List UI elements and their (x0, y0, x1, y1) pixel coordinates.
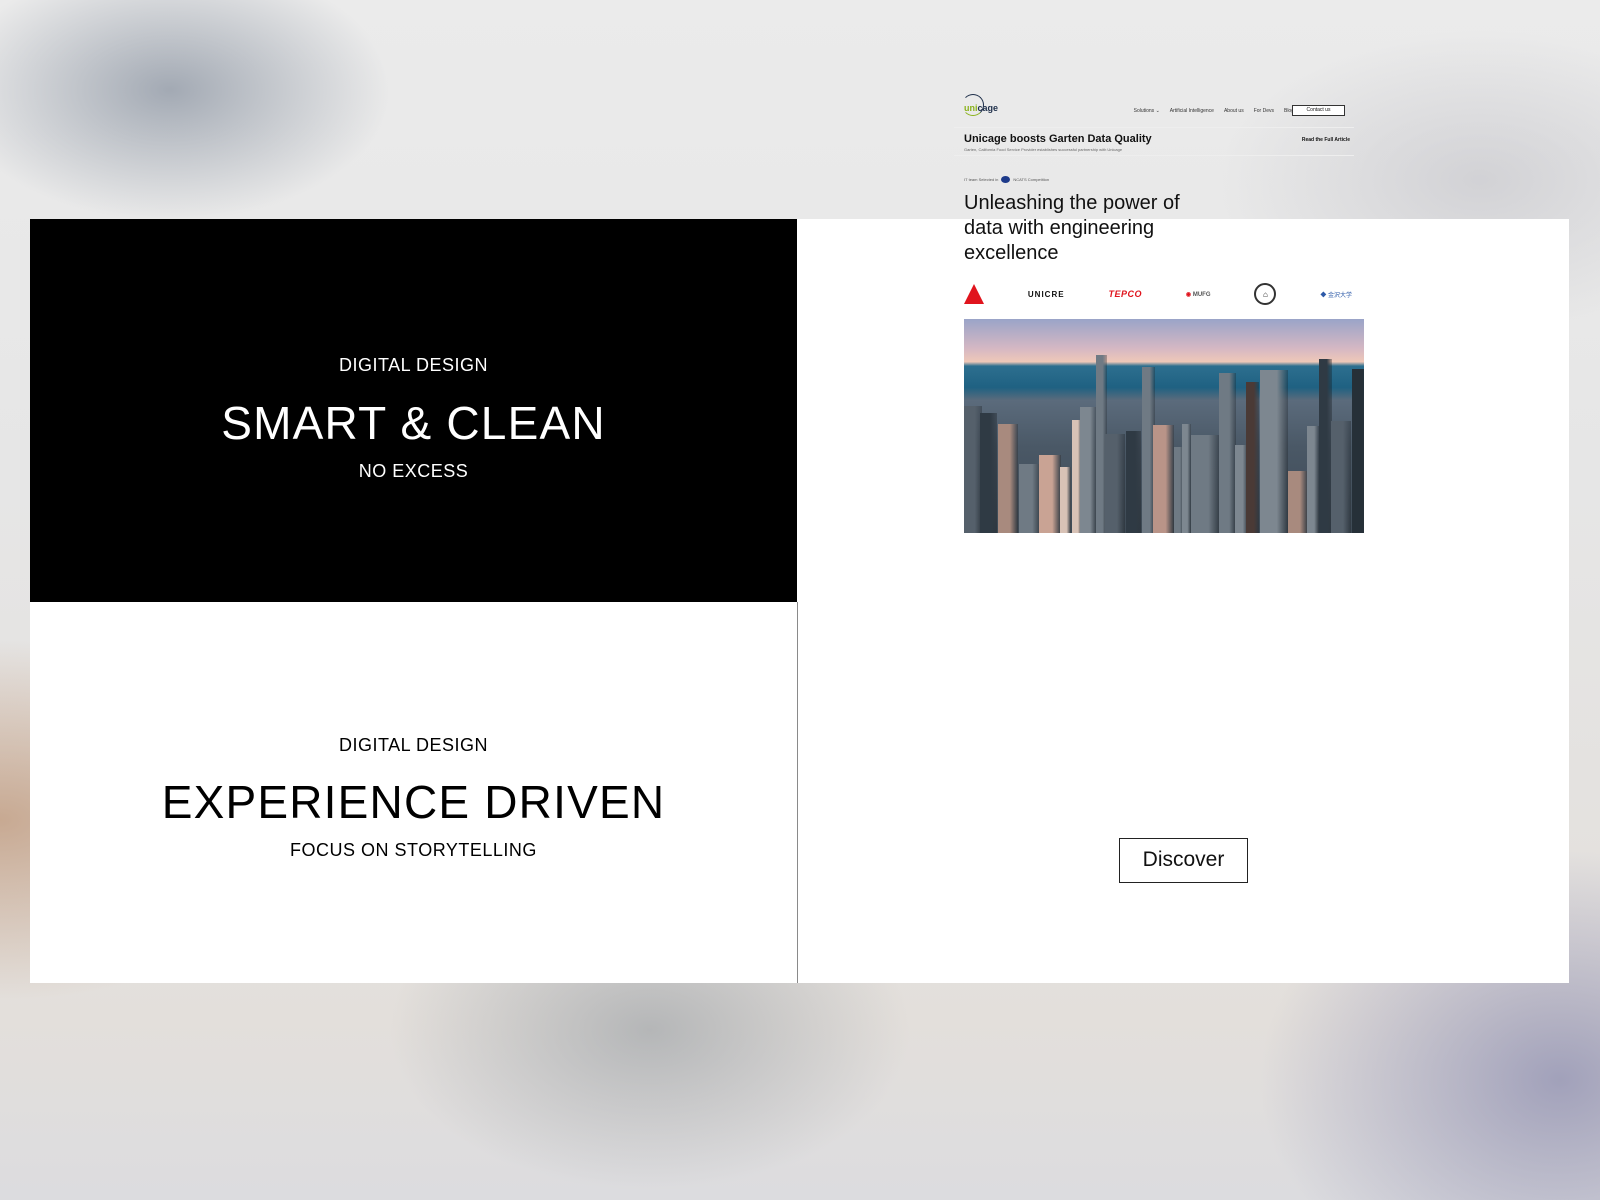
skyline-building (1246, 382, 1259, 533)
skyline-building (998, 424, 1018, 533)
banner-subtitle: Garten, California Food Service Provider… (964, 147, 1123, 152)
mockup-nav: unicage Solutions ⌄ Artificial Intellige… (954, 94, 1354, 128)
skyline-building (1182, 424, 1191, 533)
panel-experience-driven: DIGITAL DESIGN EXPERIENCE DRIVEN FOCUS O… (30, 602, 797, 983)
skyline-building (980, 413, 997, 533)
panel-headline: EXPERIENCE DRIVEN (161, 776, 666, 828)
skyline-building (1191, 435, 1220, 533)
nav-for-devs[interactable]: For Devs (1254, 108, 1274, 114)
panel-eyebrow: DIGITAL DESIGN (338, 355, 489, 375)
logo-part-uni: uni (964, 103, 978, 113)
website-mockup: unicage Solutions ⌄ Artificial Intellige… (954, 94, 1364, 533)
badge-suffix: NCATS Competition (1013, 177, 1050, 182)
panel-smart-clean: DIGITAL DESIGN SMART & CLEAN NO EXCESS (30, 219, 797, 602)
unicre-logo: UNICRE (1027, 289, 1065, 299)
mufg-logo: ◉ MUFG (1186, 291, 1211, 298)
skyline-building (1019, 464, 1041, 533)
panel-eyebrow: DIGITAL DESIGN (338, 735, 489, 755)
skyline-building (1126, 431, 1141, 533)
left-column: DIGITAL DESIGN SMART & CLEAN NO EXCESS D… (30, 219, 797, 983)
mufg-mark-icon: ◉ (1185, 291, 1192, 298)
badge-prefix: IT team Selected in (964, 177, 999, 182)
banner-title: Unicage boosts Garten Data Quality (964, 133, 1152, 145)
skyline-building (1219, 373, 1236, 533)
skyline-building (1060, 467, 1071, 533)
institute-seal-icon: ⌂ (1254, 283, 1277, 305)
nav-links: Solutions ⌄ Artificial Intelligence Abou… (1134, 108, 1294, 114)
skyline-building (1105, 434, 1125, 533)
unicage-logo[interactable]: unicage (964, 103, 998, 113)
mufg-label: MUFG (1192, 291, 1211, 298)
column-divider (797, 602, 798, 983)
panel-headline: SMART & CLEAN (221, 397, 606, 449)
competition-badge: IT team Selected in NCATS Competition (964, 176, 1354, 183)
discover-button[interactable]: Discover (1119, 838, 1248, 883)
contact-us-button[interactable]: Contact us (1292, 105, 1345, 116)
panel-subline: FOCUS ON STORYTELLING (290, 840, 537, 860)
kanazawa-logo: ◆ 金沢大学 (1320, 292, 1352, 299)
nasa-icon (1001, 176, 1011, 183)
nav-about-us[interactable]: About us (1224, 108, 1244, 114)
skyline-building (1331, 421, 1351, 533)
delta-logo-icon (964, 284, 984, 304)
skyline-building (1153, 425, 1174, 533)
skyline-building (1260, 370, 1288, 533)
tepco-logo: TEPCO (1108, 289, 1142, 299)
skyline-building (1080, 407, 1097, 533)
hero-title: Unleashing the power of data with engine… (964, 192, 1180, 264)
nav-solutions[interactable]: Solutions ⌄ (1134, 108, 1160, 114)
city-skyline-image (964, 319, 1364, 533)
skyline-building (1039, 455, 1061, 533)
skyline-building (1307, 426, 1319, 533)
client-logos: UNICRE TEPCO ◉ MUFG ⌂ ◆ 金沢大学 (964, 280, 1354, 308)
read-article-link[interactable]: Read the Full Article (1302, 137, 1350, 143)
panel-subline: NO EXCESS (358, 461, 469, 481)
skyline-building (1288, 471, 1308, 533)
skyline-building (1352, 369, 1364, 533)
nav-artificial-intelligence[interactable]: Artificial Intelligence (1170, 108, 1214, 114)
kanazawa-label: 金沢大学 (1327, 292, 1352, 299)
news-banner: Unicage boosts Garten Data Quality Garte… (954, 128, 1354, 156)
logo-part-cage: cage (977, 103, 999, 113)
